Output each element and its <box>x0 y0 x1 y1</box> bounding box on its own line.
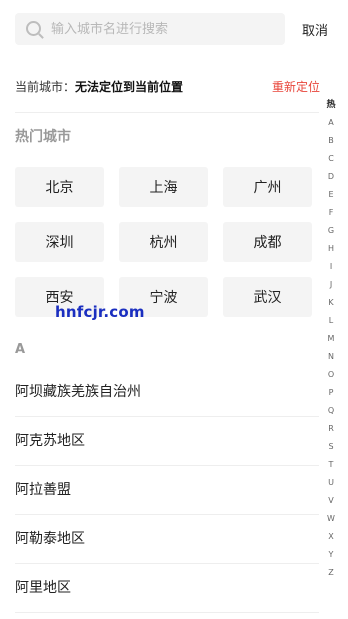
city-list: 阿坝藏族羌族自治州 阿克苏地区 阿拉善盟 阿勒泰地区 阿里地区 <box>15 368 319 613</box>
current-city-value: 无法定位到当前位置 <box>75 80 184 94</box>
alphabet-index-item[interactable]: B <box>324 132 338 150</box>
alphabet-index-item[interactable]: J <box>324 276 338 294</box>
alphabet-index-item[interactable]: R <box>324 420 338 438</box>
city-list-item[interactable]: 阿勒泰地区 <box>15 515 319 564</box>
section-letter: A <box>15 342 26 357</box>
alphabet-index-item[interactable]: 热 <box>324 96 338 114</box>
relocate-button[interactable]: 重新定位 <box>272 78 320 95</box>
alphabet-index: 热 A B C D E F G H I J K L M N O P Q R S … <box>324 96 338 582</box>
alphabet-index-item[interactable]: O <box>324 366 338 384</box>
alphabet-index-item[interactable]: V <box>324 492 338 510</box>
alphabet-index-item[interactable]: P <box>324 384 338 402</box>
alphabet-index-item[interactable]: M <box>324 330 338 348</box>
alphabet-index-item[interactable]: K <box>324 294 338 312</box>
alphabet-index-item[interactable]: Q <box>324 402 338 420</box>
divider <box>15 112 319 113</box>
alphabet-index-item[interactable]: C <box>324 150 338 168</box>
alphabet-index-item[interactable]: Y <box>324 546 338 564</box>
hot-city-button[interactable]: 杭州 <box>119 222 208 262</box>
hot-city-button[interactable]: 深圳 <box>15 222 104 262</box>
alphabet-index-item[interactable]: G <box>324 222 338 240</box>
hot-city-button[interactable]: 上海 <box>119 167 208 207</box>
watermark: hnfcjr.com <box>55 303 145 321</box>
hot-city-button[interactable]: 北京 <box>15 167 104 207</box>
hot-cities-title: 热门城市 <box>15 129 71 145</box>
city-list-item[interactable]: 阿拉善盟 <box>15 466 319 515</box>
alphabet-index-item[interactable]: L <box>324 312 338 330</box>
alphabet-index-item[interactable]: U <box>324 474 338 492</box>
hot-city-button[interactable]: 广州 <box>223 167 312 207</box>
search-input[interactable] <box>51 13 276 45</box>
search-bar[interactable] <box>15 13 285 45</box>
alphabet-index-item[interactable]: Z <box>324 564 338 582</box>
alphabet-index-item[interactable]: E <box>324 186 338 204</box>
alphabet-index-item[interactable]: D <box>324 168 338 186</box>
alphabet-index-item[interactable]: N <box>324 348 338 366</box>
city-list-item[interactable]: 阿坝藏族羌族自治州 <box>15 368 319 417</box>
city-list-item[interactable]: 阿克苏地区 <box>15 417 319 466</box>
hot-cities-grid: 北京 上海 广州 深圳 杭州 成都 西安 宁波 武汉 <box>15 167 320 317</box>
alphabet-index-item[interactable]: X <box>324 528 338 546</box>
alphabet-index-item[interactable]: A <box>324 114 338 132</box>
city-list-item[interactable]: 阿里地区 <box>15 564 319 613</box>
alphabet-index-item[interactable]: H <box>324 240 338 258</box>
alphabet-index-item[interactable]: T <box>324 456 338 474</box>
search-icon <box>26 21 41 36</box>
current-city-label: 当前城市： <box>15 80 76 94</box>
cancel-button[interactable]: 取消 <box>302 20 328 39</box>
current-city-row: 当前城市：无法定位到当前位置 <box>15 78 183 95</box>
alphabet-index-item[interactable]: I <box>324 258 338 276</box>
hot-city-button[interactable]: 武汉 <box>223 277 312 317</box>
hot-city-button[interactable]: 成都 <box>223 222 312 262</box>
alphabet-index-item[interactable]: F <box>324 204 338 222</box>
alphabet-index-item[interactable]: S <box>324 438 338 456</box>
alphabet-index-item[interactable]: W <box>324 510 338 528</box>
